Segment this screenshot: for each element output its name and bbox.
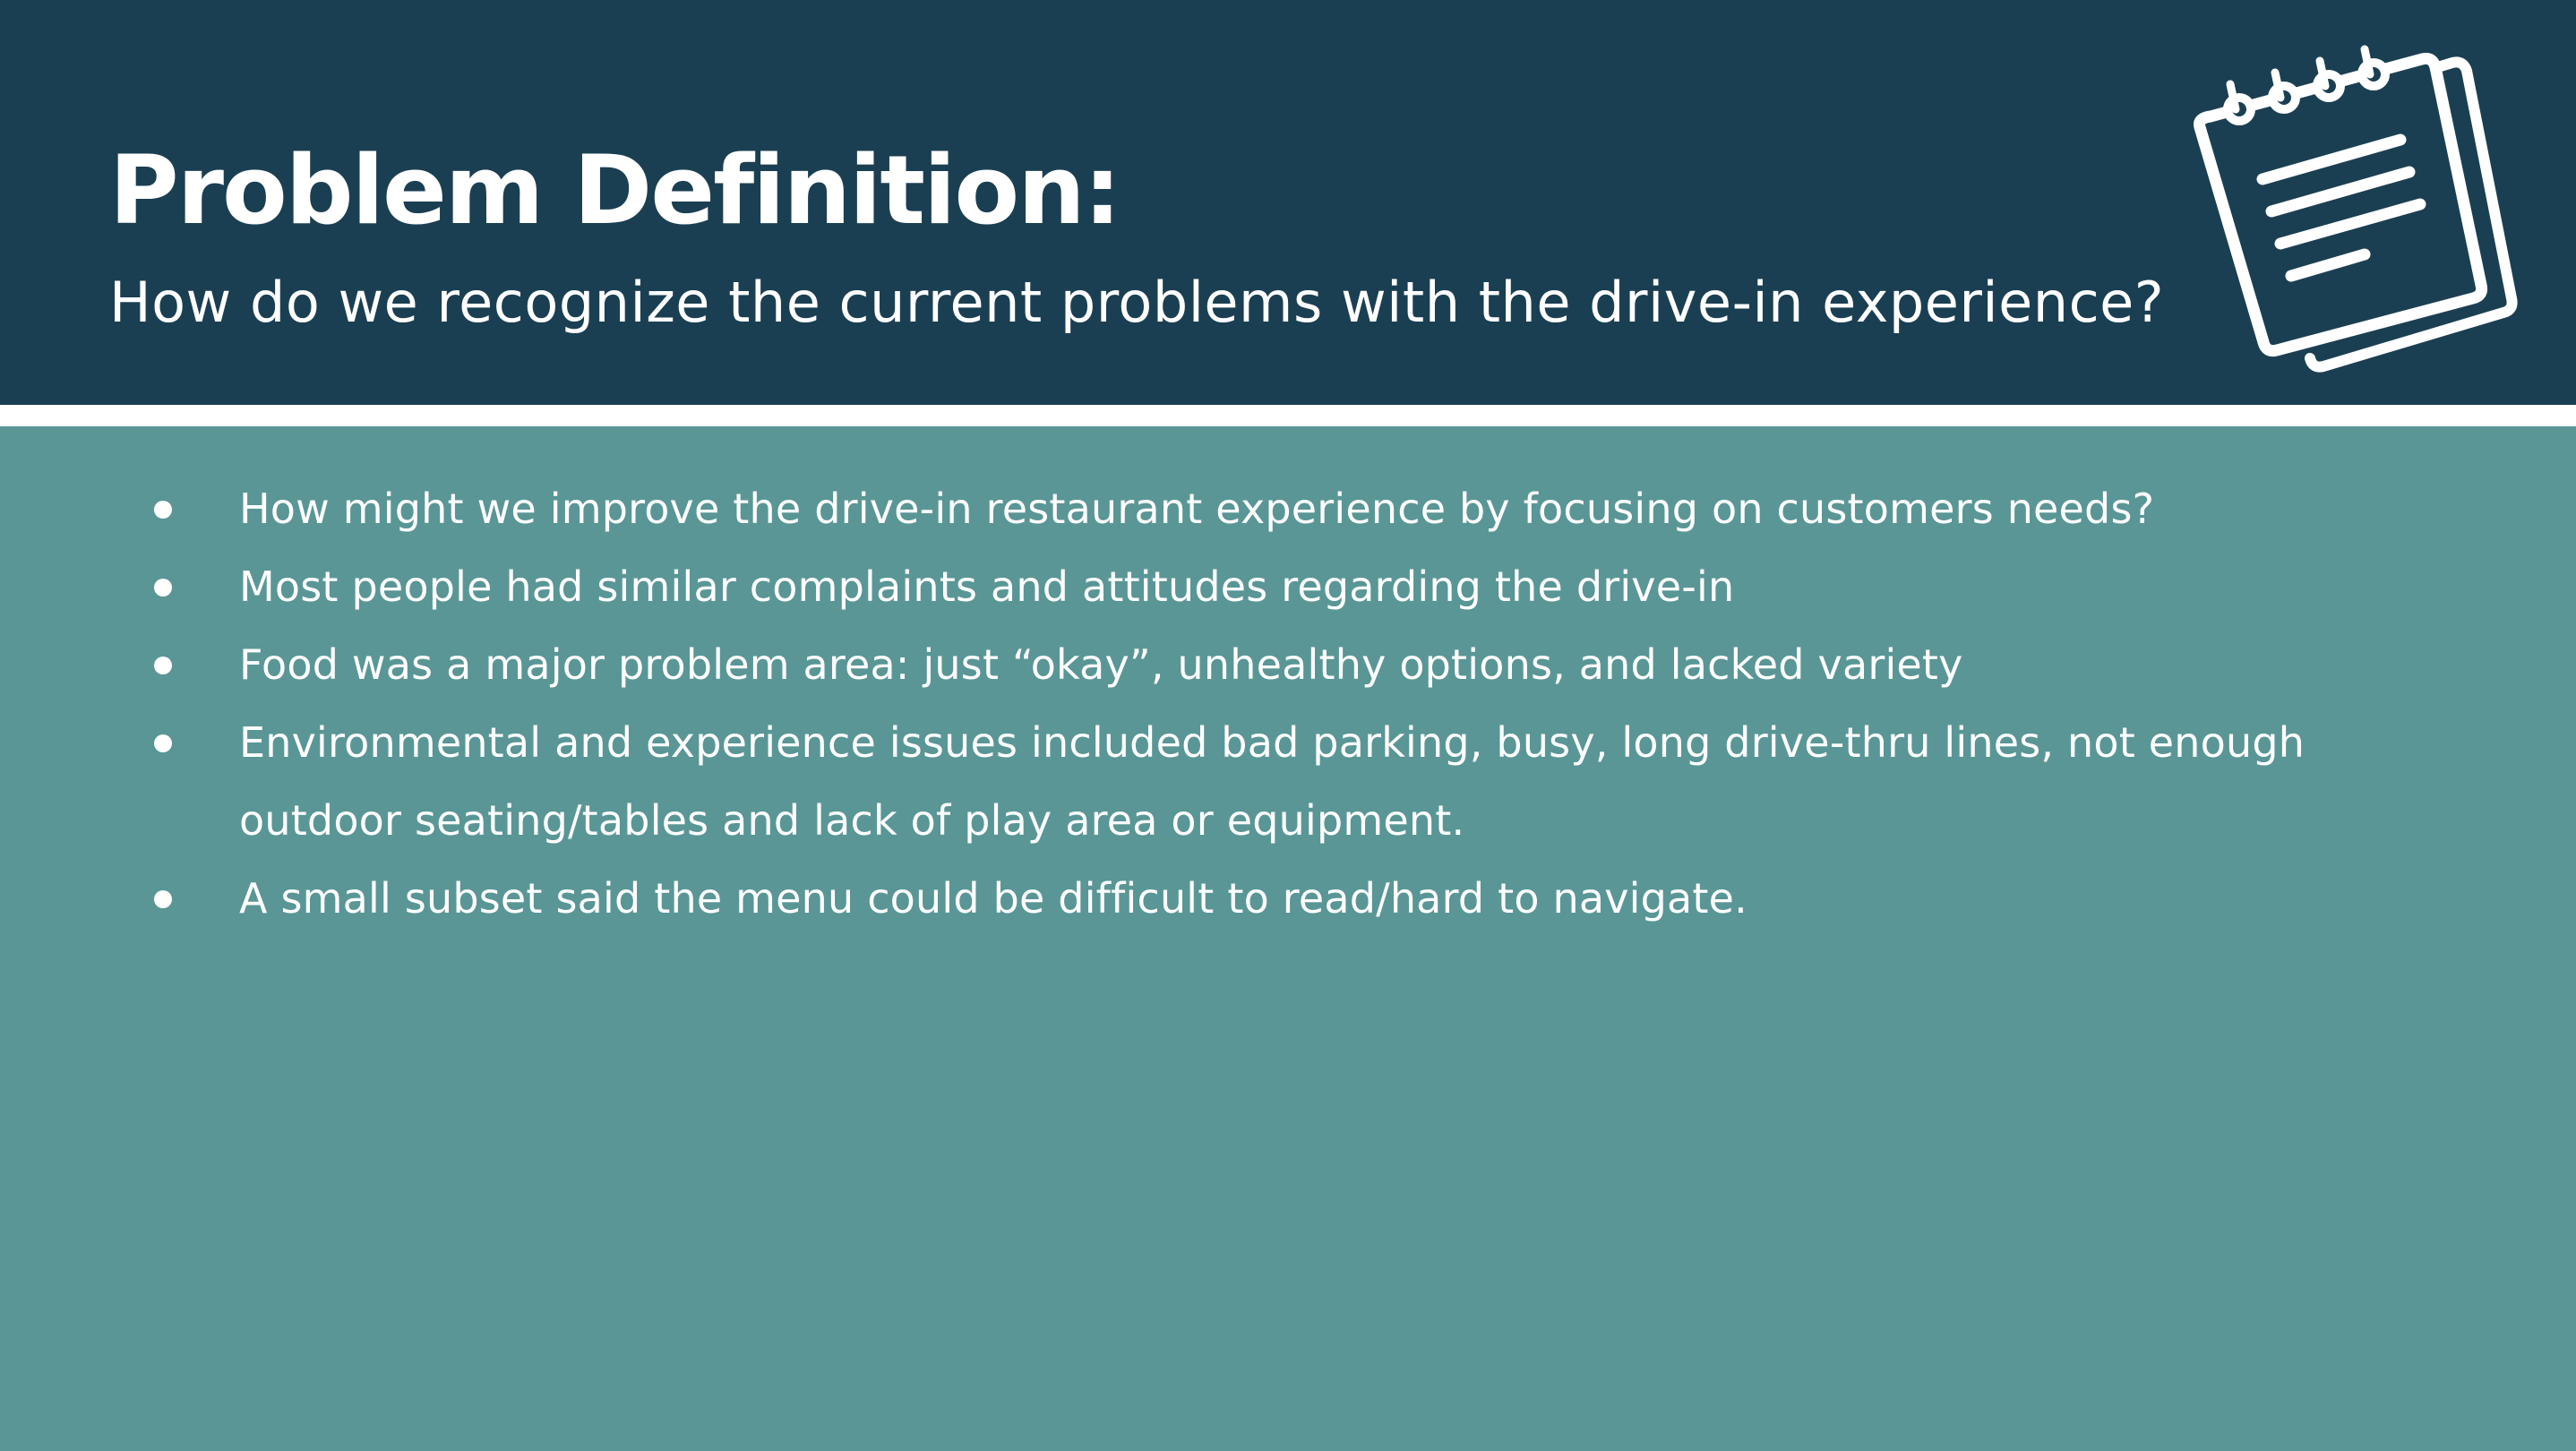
slide: Problem Definition: How do we recognize … — [0, 0, 2576, 1451]
slide-subtitle: How do we recognize the current problems… — [109, 270, 2165, 335]
list-item: Most people had similar complaints and a… — [143, 548, 2436, 626]
list-item: How might we improve the drive-in restau… — [143, 470, 2436, 548]
header-divider — [0, 405, 2576, 426]
bullet-text: A small subset said the menu could be di… — [239, 874, 1747, 923]
bullet-dot-icon — [154, 579, 172, 597]
bullet-text: Environmental and experience issues incl… — [239, 718, 2306, 845]
list-item: Food was a major problem area: just “oka… — [143, 626, 2436, 704]
notepad-icon — [2194, 45, 2518, 373]
bullet-list: How might we improve the drive-in restau… — [143, 470, 2436, 938]
bullet-dot-icon — [154, 734, 172, 752]
list-item: A small subset said the menu could be di… — [143, 860, 2436, 938]
header-band: Problem Definition: How do we recognize … — [0, 0, 2576, 405]
list-item: Environmental and experience issues incl… — [143, 704, 2436, 860]
bullet-dot-icon — [154, 657, 172, 674]
bullet-text: Food was a major problem area: just “oka… — [239, 640, 1963, 689]
slide-title: Problem Definition: — [109, 135, 1121, 245]
bullet-dot-icon — [154, 890, 172, 908]
bullet-text: How might we improve the drive-in restau… — [239, 485, 2155, 533]
bullet-dot-icon — [154, 501, 172, 519]
bullet-text: Most people had similar complaints and a… — [239, 562, 1735, 611]
